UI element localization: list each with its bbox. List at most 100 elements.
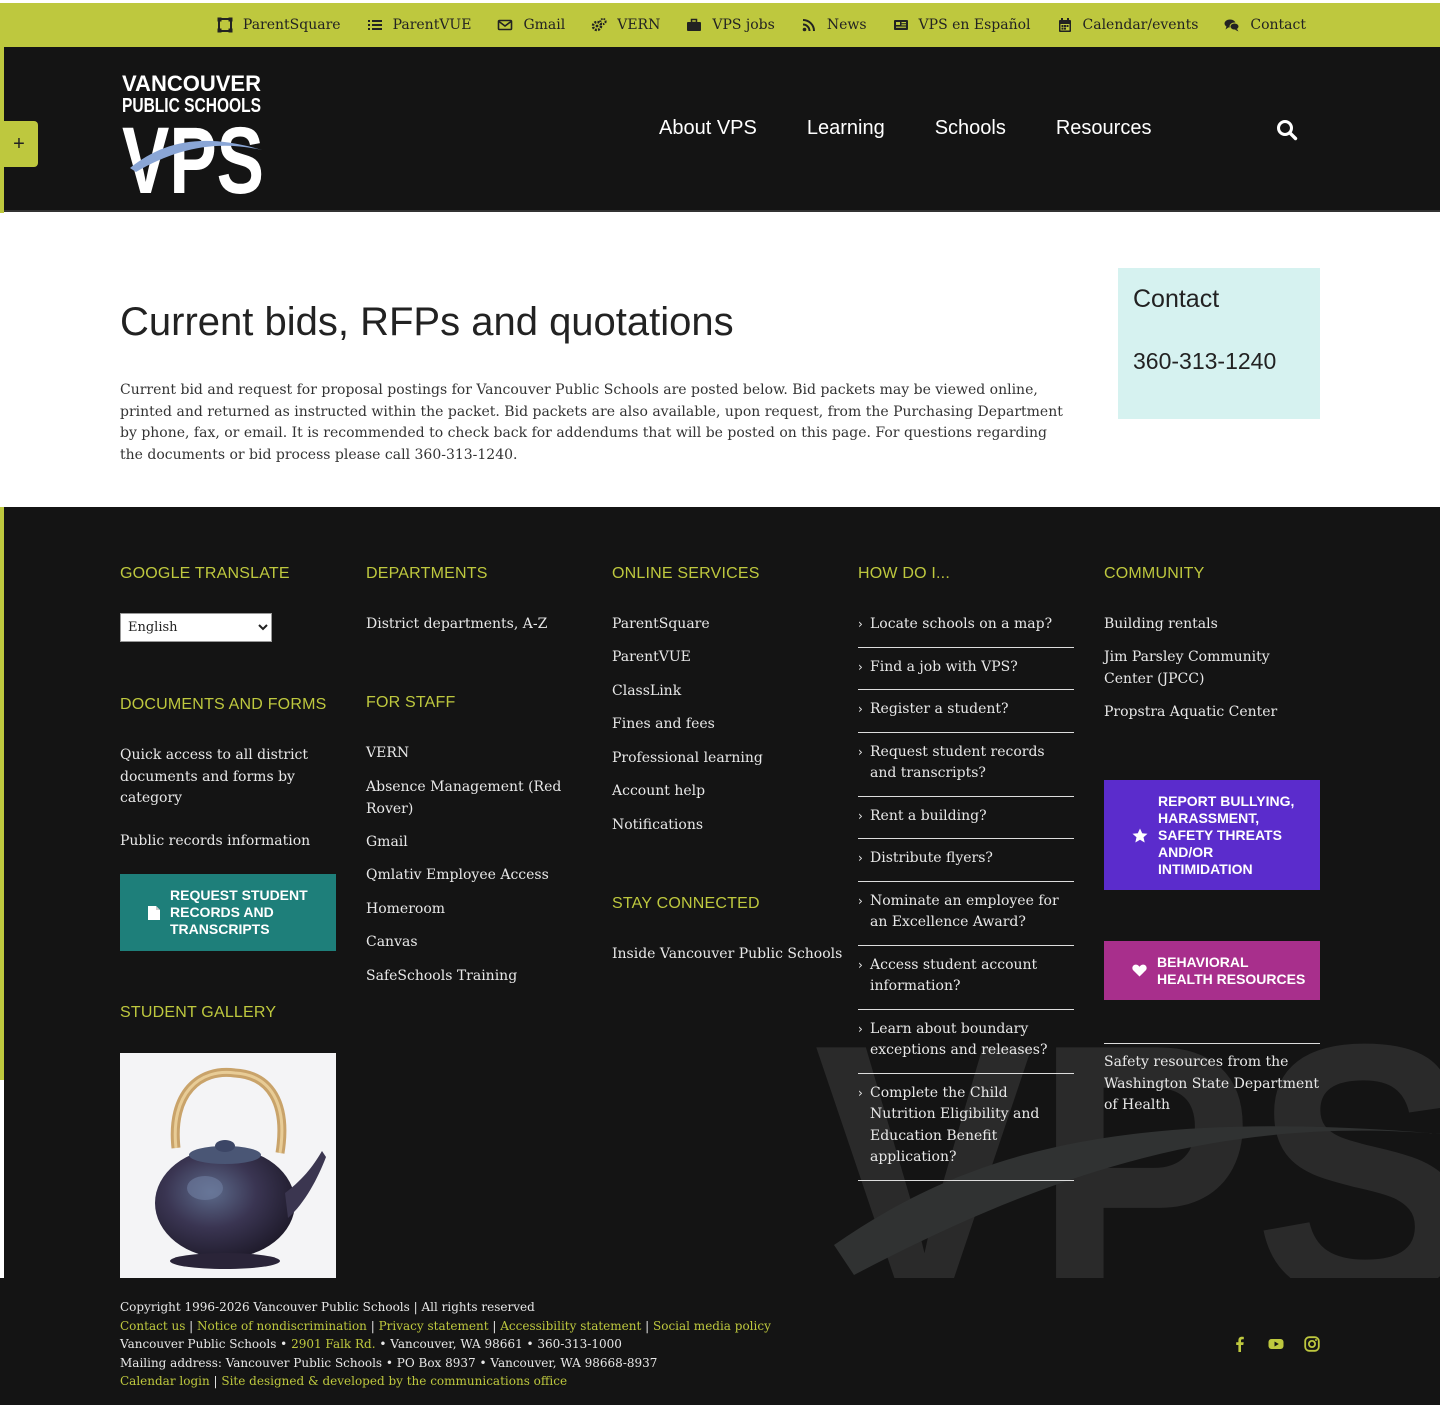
chevron-right-icon: ›	[858, 1021, 863, 1036]
staff-link-safeschools[interactable]: SafeSchools Training	[366, 966, 517, 988]
copyright-bar: Copyright 1996-2026 Vancouver Public Sch…	[0, 1278, 1440, 1405]
staff-link-vern[interactable]: VERN	[366, 743, 409, 765]
how-do-i-item[interactable]: › Complete the Child Nutrition Eligibilit…	[858, 1074, 1074, 1181]
service-link-parentsquare[interactable]: ParentSquare	[612, 614, 710, 636]
footer-link-departments-az[interactable]: District departments, A-Z	[366, 614, 547, 636]
comments-icon	[1224, 19, 1240, 32]
utility-link-gmail[interactable]: Gmail	[497, 17, 565, 33]
heart-icon	[1132, 964, 1147, 977]
link-privacy[interactable]: Privacy statement	[379, 1319, 489, 1333]
nav-learning[interactable]: Learning	[807, 117, 885, 140]
utility-link-parentvue[interactable]: ParentVUE	[367, 17, 471, 33]
language-select[interactable]: English	[120, 613, 272, 642]
utility-link-parentsquare[interactable]: ParentSquare	[217, 17, 341, 33]
chevron-right-icon: ›	[858, 851, 863, 865]
footer-heading-stay-connected: STAY CONNECTED	[612, 895, 760, 912]
envelope-icon	[498, 19, 513, 31]
utility-link-vps-jobs[interactable]: VPS jobs	[686, 17, 775, 33]
contact-phone[interactable]: 360-313-1240	[1133, 348, 1276, 375]
service-link-parentvue[interactable]: ParentVUE	[612, 647, 691, 669]
copyright-text: Copyright 1996-2026 Vancouver Public Sch…	[120, 1300, 535, 1314]
intro-paragraph: Current bid and request for proposal pos…	[120, 382, 1063, 464]
how-do-i-item[interactable]: › Request student records and transcripts…	[858, 733, 1074, 797]
link-contact-us[interactable]: Contact us	[120, 1319, 185, 1333]
main-nav: About VPS Learning Schools Resources	[659, 117, 1201, 140]
gears-icon	[591, 17, 607, 32]
utility-link-calendar[interactable]: Calendar/events	[1057, 17, 1198, 33]
staff-link-qmlativ[interactable]: Qmlativ Employee Access	[366, 865, 549, 887]
how-do-i-item[interactable]: › Distribute flyers?	[858, 839, 1074, 882]
how-do-i-item[interactable]: › Rent a building?	[858, 797, 1074, 839]
nav-about-vps[interactable]: About VPS	[659, 117, 757, 140]
utility-link-contact[interactable]: Contact	[1224, 17, 1306, 33]
staff-link-absence-management[interactable]: Absence Management (Red Rover)	[366, 777, 566, 820]
community-link-jpcc[interactable]: Jim Parsley Community Center (JPCC)	[1104, 647, 1320, 690]
logo-mark: VPS	[122, 108, 264, 197]
site-header: VANCOUVER PUBLIC SCHOOLS VPS About VPS L…	[4, 47, 1440, 214]
link-address-map[interactable]: 2901 Falk Rd.	[291, 1337, 375, 1351]
safety-resources-link[interactable]: Safety resources from the Washington Sta…	[1104, 1052, 1324, 1117]
contact-box: Contact 360-313-1240	[1118, 268, 1320, 419]
how-do-i-item[interactable]: › Locate schools on a map?	[858, 605, 1074, 648]
footer-heading-online-services: ONLINE SERVICES	[612, 565, 760, 582]
nav-resources[interactable]: Resources	[1056, 117, 1152, 140]
footer-heading-community: COMMUNITY	[1104, 565, 1205, 582]
page-title: Current bids, RFPs and quotations	[120, 300, 734, 344]
utility-link-news[interactable]: News	[801, 17, 867, 33]
student-gallery-image[interactable]	[120, 1053, 336, 1278]
link-calendar-login[interactable]: Calendar login	[120, 1374, 210, 1388]
calendar-icon	[1058, 18, 1071, 32]
how-do-i-item[interactable]: › Register a student?	[858, 690, 1074, 733]
request-records-button[interactable]: REQUEST STUDENT RECORDS AND TRANSCRIPTS	[120, 874, 336, 951]
utility-link-espanol[interactable]: VPS en Español	[893, 17, 1031, 33]
chevron-right-icon: ›	[858, 893, 863, 908]
service-link-notifications[interactable]: Notifications	[612, 815, 703, 837]
staff-link-gmail[interactable]: Gmail	[366, 832, 408, 854]
link-social-media-policy[interactable]: Social media policy	[653, 1319, 771, 1333]
facebook-icon[interactable]	[1232, 1336, 1248, 1352]
instagram-icon[interactable]	[1304, 1336, 1320, 1352]
legal-text: Copyright 1996-2026 Vancouver Public Sch…	[120, 1298, 771, 1391]
footer-heading-how-do-i: HOW DO I...	[858, 565, 950, 582]
vps-logo[interactable]: VANCOUVER PUBLIC SCHOOLS VPS	[122, 71, 272, 214]
report-bullying-button[interactable]: REPORT BULLYING, HARASSMENT, SAFETY THRE…	[1104, 780, 1320, 890]
footer-heading-departments: DEPARTMENTS	[366, 565, 488, 582]
youtube-icon[interactable]	[1268, 1336, 1284, 1352]
logo-line1: VANCOUVER	[122, 72, 261, 96]
behavioral-health-button[interactable]: BEHAVIORAL HEALTH RESOURCES	[1104, 941, 1320, 1000]
physical-address: Vancouver Public Schools • 2901 Falk Rd.…	[120, 1337, 622, 1351]
behavioral-health-label: BEHAVIORAL HEALTH RESOURCES	[1157, 953, 1306, 987]
footer-link-public-records[interactable]: Public records information	[120, 831, 330, 853]
link-site-credits[interactable]: Site designed & developed by the communi…	[221, 1374, 567, 1388]
chevron-right-icon: ›	[858, 702, 863, 716]
how-do-i-item[interactable]: › Nominate an employee for an Excellence …	[858, 882, 1074, 946]
service-link-account-help[interactable]: Account help	[612, 781, 705, 803]
search-icon[interactable]	[1276, 119, 1298, 141]
divider	[1104, 1043, 1320, 1044]
staff-link-homeroom[interactable]: Homeroom	[366, 899, 445, 921]
chevron-right-icon: ›	[858, 744, 863, 759]
nav-schools[interactable]: Schools	[935, 117, 1006, 140]
how-do-i-item[interactable]: › Access student account information?	[858, 946, 1074, 1010]
community-link-propstra[interactable]: Propstra Aquatic Center	[1104, 702, 1277, 724]
service-link-professional-learning[interactable]: Professional learning	[612, 748, 763, 770]
chevron-right-icon: ›	[858, 659, 863, 674]
footer-heading-student-gallery: STUDENT GALLERY	[120, 1004, 277, 1021]
community-link-building-rentals[interactable]: Building rentals	[1104, 614, 1218, 636]
chevron-right-icon: ›	[858, 1085, 863, 1100]
sliding-bar-toggle[interactable]: +	[0, 121, 38, 167]
link-accessibility[interactable]: Accessibility statement	[500, 1319, 641, 1333]
service-link-fines-fees[interactable]: Fines and fees	[612, 714, 715, 736]
footer-link-documents-forms[interactable]: Quick access to all district documents a…	[120, 745, 310, 810]
parentsquare-icon	[217, 17, 233, 33]
rss-icon	[802, 19, 815, 32]
link-nondiscrimination[interactable]: Notice of nondiscrimination	[197, 1319, 367, 1333]
main-content: Current bids, RFPs and quotations Curren…	[0, 213, 1440, 507]
how-do-i-item[interactable]: › Learn about boundary exceptions and rel…	[858, 1010, 1074, 1074]
newspaper-icon	[893, 20, 908, 30]
link-inside-vps[interactable]: Inside Vancouver Public Schools	[612, 944, 842, 966]
utility-link-vern[interactable]: VERN	[591, 17, 660, 33]
staff-link-canvas[interactable]: Canvas	[366, 932, 418, 954]
how-do-i-item[interactable]: › Find a job with VPS?	[858, 648, 1074, 690]
service-link-classlink[interactable]: ClassLink	[612, 681, 681, 703]
